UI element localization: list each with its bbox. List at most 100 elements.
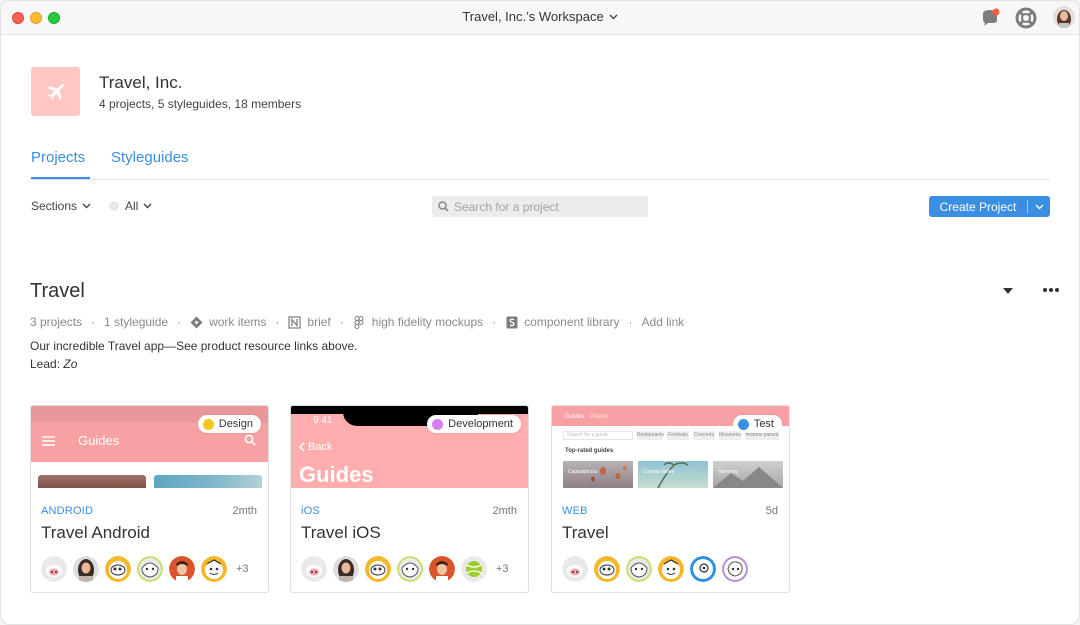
lead-name: Zo <box>63 357 78 371</box>
project-name: Travel iOS <box>301 523 381 542</box>
app-window: Travel, Inc.’s Workspace Travel, Inc. 4 … <box>0 0 1080 625</box>
figma-icon <box>353 315 366 329</box>
thumb-chip: Restaurants <box>637 431 664 440</box>
org-name: Travel, Inc. <box>99 73 183 92</box>
platform-label: WEB <box>562 505 588 517</box>
status-dot-icon <box>109 201 119 211</box>
org-meta: 4 projects, 5 styleguides, 18 members <box>99 97 302 111</box>
status-label: Development <box>448 418 513 430</box>
project-card-android[interactable]: Guides Design ANDROID 2mth Travel Androi… <box>30 405 269 593</box>
menu-icon <box>42 436 55 446</box>
search-bar <box>432 196 648 217</box>
project-card-web[interactable]: Guides Places Search for a guide Restaur… <box>551 405 790 593</box>
create-project-button[interactable]: Create Project <box>929 196 1050 217</box>
member-avatars: +3 <box>301 556 509 582</box>
thumb-image: Corona Valley <box>638 461 708 488</box>
status-filter-dropdown[interactable]: All <box>109 199 152 213</box>
member-avatar <box>105 556 131 582</box>
section-title: Travel <box>30 280 85 302</box>
notifications-icon[interactable] <box>979 7 1001 29</box>
projects-count-link[interactable]: 3 projects <box>30 315 82 329</box>
member-avatar <box>690 556 716 582</box>
thumb-nav-item: Places <box>590 414 609 420</box>
status-label: Design <box>218 418 253 430</box>
title-bar: Travel, Inc.’s Workspace <box>1 1 1079 35</box>
platform-label: iOS <box>301 505 320 517</box>
thumb-image <box>154 475 262 488</box>
component-library-link[interactable]: component library <box>505 315 620 329</box>
status-label: Test <box>753 418 774 430</box>
tab-bar: Projects Styleguides <box>31 147 1050 180</box>
lead-label: Lead: <box>30 357 61 371</box>
member-avatar <box>333 556 359 582</box>
member-avatar <box>594 556 620 582</box>
thumb-chip: Festivals <box>667 431 689 440</box>
project-card-ios[interactable]: 9:41 Back Guides Development iOS 2mth Tr… <box>290 405 529 593</box>
org-logo <box>31 67 80 116</box>
chevron-down-icon <box>609 14 618 19</box>
status-badge: Design <box>197 415 261 433</box>
member-avatar <box>397 556 423 582</box>
updated-age: 5d <box>765 505 778 517</box>
work-items-label: work items <box>209 315 267 329</box>
thumb-image: Cappadoccia <box>563 461 633 488</box>
section-links: 3 projects · 1 styleguide · work items ·… <box>30 315 684 329</box>
tab-styleguides[interactable]: Styleguides <box>111 149 189 179</box>
project-name: Travel Android <box>41 523 150 542</box>
search-input[interactable] <box>454 199 644 214</box>
filter-label: All <box>125 199 139 213</box>
more-members-count: +3 <box>236 563 249 575</box>
thumb-nav-item: Guides <box>565 414 585 420</box>
workspace-switcher[interactable]: Travel, Inc.’s Workspace <box>462 9 618 24</box>
member-avatar <box>461 556 487 582</box>
search-icon <box>438 201 449 212</box>
create-project-menu-button[interactable] <box>1028 204 1050 210</box>
brief-label: brief <box>307 315 331 329</box>
status-badge: Test <box>732 415 782 433</box>
search-icon <box>244 434 256 446</box>
sections-dropdown[interactable]: Sections <box>31 199 91 213</box>
mockups-link[interactable]: high fidelity mockups <box>353 315 483 329</box>
member-avatars <box>562 556 754 582</box>
member-avatar <box>201 556 227 582</box>
member-avatar <box>429 556 455 582</box>
member-avatar <box>41 556 67 582</box>
project-thumbnail: Guides Design <box>31 406 268 488</box>
platform-label: ANDROID <box>41 505 94 517</box>
styleguide-count-link[interactable]: 1 styleguide <box>104 315 168 329</box>
brief-link[interactable]: brief <box>288 315 331 329</box>
member-avatar <box>169 556 195 582</box>
separator-dot: · <box>177 315 182 329</box>
updated-age: 2mth <box>232 505 257 517</box>
member-avatar <box>658 556 684 582</box>
status-badge: Development <box>427 415 521 433</box>
sections-label: Sections <box>31 199 78 213</box>
tab-projects[interactable]: Projects <box>31 149 90 179</box>
member-avatar <box>722 556 748 582</box>
separator-dot: · <box>91 315 96 329</box>
thumb-back: Back <box>299 441 332 453</box>
separator-dot: · <box>628 315 633 329</box>
separator-dot: · <box>275 315 280 329</box>
create-project-label: Create Project <box>939 199 1017 214</box>
thumb-title: Guides <box>299 462 374 487</box>
more-options-icon[interactable] <box>1042 286 1060 294</box>
thumb-image-label: Cappadoccia <box>568 469 598 475</box>
member-avatar <box>626 556 652 582</box>
chevron-down-icon <box>82 203 91 209</box>
storybook-icon <box>505 316 518 329</box>
section-description: Our incredible Travel app—See product re… <box>30 339 358 353</box>
help-lifebuoy-icon[interactable] <box>1015 7 1037 29</box>
user-avatar[interactable] <box>1053 6 1075 28</box>
collapse-section-icon[interactable] <box>1002 286 1014 296</box>
status-dot-icon <box>202 418 214 430</box>
member-avatar <box>137 556 163 582</box>
separator-dot: · <box>339 315 344 329</box>
user-avatar-image <box>1053 6 1075 28</box>
work-items-link[interactable]: work items <box>190 315 266 329</box>
status-dot-icon <box>737 418 749 430</box>
thumb-chip: Concerts <box>693 431 715 440</box>
thumb-search: Search for a guide <box>563 431 633 440</box>
member-avatar <box>562 556 588 582</box>
add-link-button[interactable]: Add link <box>642 315 685 329</box>
